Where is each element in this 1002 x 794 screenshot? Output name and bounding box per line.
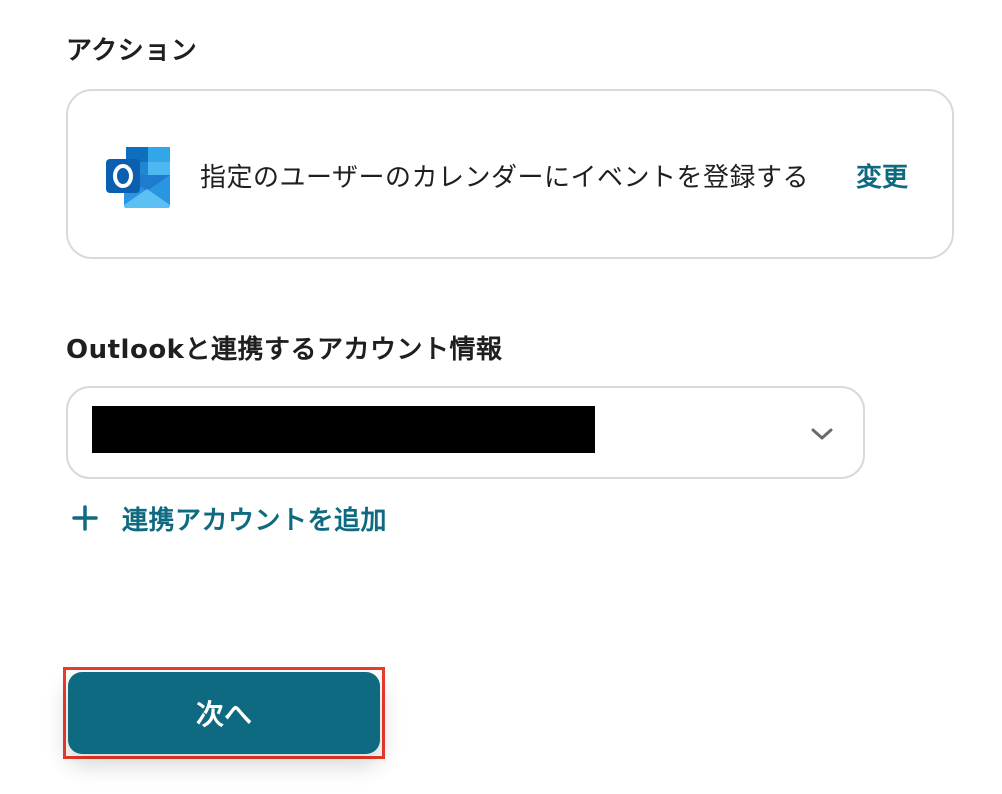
action-section-label: アクション <box>66 36 198 66</box>
next-button[interactable]: 次へ <box>68 672 380 754</box>
redacted-account-value <box>92 406 595 453</box>
action-description: 指定のユーザーのカレンダーにイベントを登録する <box>200 163 809 193</box>
chevron-down-icon[interactable] <box>809 426 835 442</box>
action-card: 指定のユーザーのカレンダーにイベントを登録する 変更 <box>66 89 954 259</box>
add-account-label: 連携アカウントを追加 <box>122 505 388 536</box>
outlook-icon <box>106 145 172 209</box>
add-account-link[interactable]: 連携アカウントを追加 <box>70 500 387 536</box>
account-select[interactable] <box>66 386 865 479</box>
account-section-label: Outlookと連携するアカウント情報 <box>66 335 503 365</box>
plus-icon <box>70 503 100 533</box>
change-link[interactable]: 変更 <box>856 157 908 194</box>
